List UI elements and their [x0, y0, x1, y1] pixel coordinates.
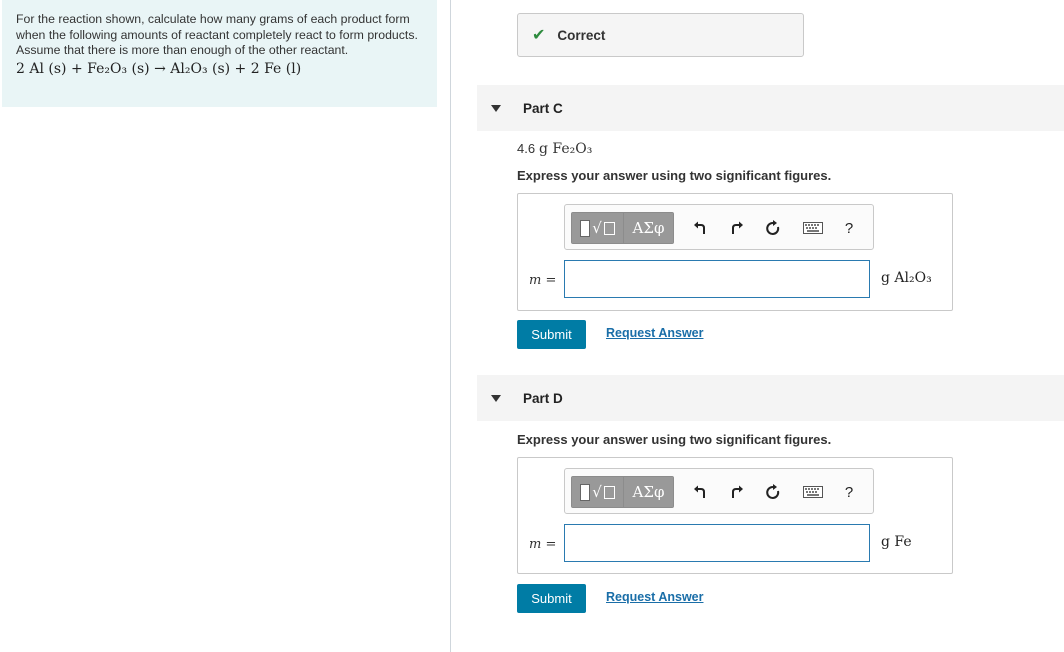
part-c-submit-button[interactable]: Submit [517, 320, 586, 349]
panel-divider [450, 0, 451, 652]
reset-icon[interactable] [764, 219, 782, 237]
collapse-triangle-icon[interactable] [491, 104, 501, 112]
help-icon[interactable]: ? [840, 219, 858, 237]
part-c-header[interactable]: Part C [477, 85, 1064, 131]
part-d-answer-input[interactable] [564, 524, 870, 562]
part-d-header[interactable]: Part D [477, 375, 1064, 421]
redo-icon[interactable] [728, 219, 746, 237]
feedback-status: Correct [557, 27, 606, 43]
part-c-instruction: Express your answer using two significan… [517, 168, 832, 183]
given-amount-value: 4.6 [517, 141, 536, 156]
templates-icon[interactable]: √ [572, 213, 623, 243]
greek-symbols-icon[interactable]: ΑΣφ [624, 213, 673, 243]
part-c-answer-input[interactable] [564, 260, 870, 298]
equals-sign: = [545, 273, 557, 288]
math-toolbar: √ ΑΣφ ? [564, 204, 874, 250]
reaction-equation: 2 Al (s) + Fe₂O₃ (s) → Al₂O₃ (s) + 2 Fe … [16, 61, 302, 78]
part-d-title: Part D [523, 390, 563, 406]
template-group: √ ΑΣφ [571, 212, 674, 244]
undo-icon[interactable] [691, 483, 709, 501]
feedback-box: ✔ Correct [517, 13, 804, 57]
part-c-unit: g Al₂O₃ [881, 270, 932, 286]
reset-icon[interactable] [764, 483, 782, 501]
part-d-submit-button[interactable]: Submit [517, 584, 586, 613]
redo-icon[interactable] [728, 483, 746, 501]
problem-text: For the reaction shown, calculate how ma… [16, 12, 418, 58]
variable-name: m [529, 537, 542, 552]
part-c-answer-box: √ ΑΣφ ? m = g Al₂O₃ [517, 193, 953, 311]
checkmark-icon: ✔ [532, 27, 546, 44]
given-amount: 4.6 g Fe₂O₃ [517, 140, 592, 157]
templates-icon[interactable]: √ [572, 477, 623, 507]
greek-symbols-icon[interactable]: ΑΣφ [624, 477, 673, 507]
part-d-instruction: Express your answer using two significan… [517, 432, 832, 447]
given-amount-unit: g Fe₂O₃ [538, 141, 593, 157]
variable-name: m [529, 273, 542, 288]
variable-label: m = [529, 273, 556, 288]
part-d-unit: g Fe [881, 534, 912, 550]
part-d-answer-box: √ ΑΣφ ? m = g Fe [517, 457, 953, 574]
collapse-triangle-icon[interactable] [491, 394, 501, 402]
keyboard-icon[interactable] [802, 219, 824, 237]
template-group: √ ΑΣφ [571, 476, 674, 508]
part-c-title: Part C [523, 100, 563, 116]
keyboard-icon[interactable] [802, 483, 824, 501]
variable-label: m = [529, 537, 556, 552]
problem-panel: For the reaction shown, calculate how ma… [2, 0, 437, 107]
undo-icon[interactable] [691, 219, 709, 237]
part-d-request-answer-link[interactable]: Request Answer [606, 590, 703, 604]
part-c-request-answer-link[interactable]: Request Answer [606, 326, 703, 340]
math-toolbar: √ ΑΣφ ? [564, 468, 874, 514]
equals-sign: = [545, 537, 557, 552]
help-icon[interactable]: ? [840, 483, 858, 501]
